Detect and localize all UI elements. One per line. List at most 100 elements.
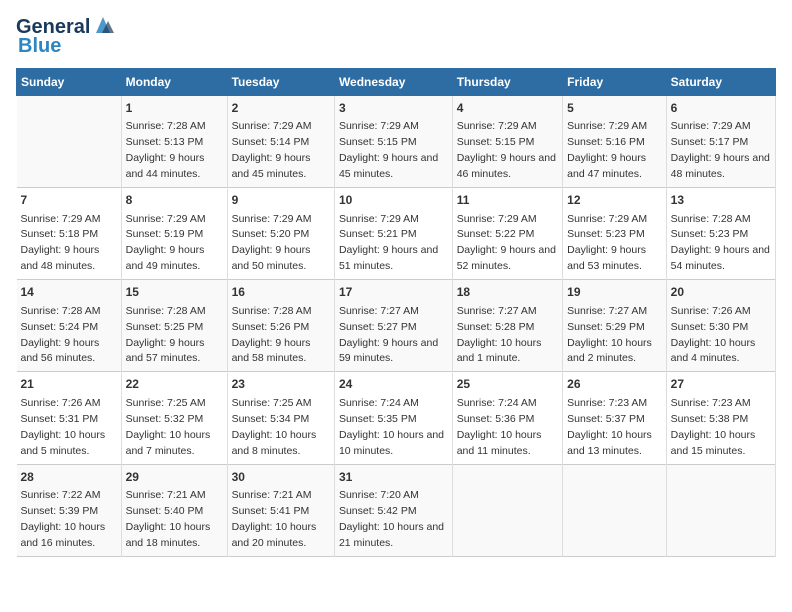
cell-week2-day5: 11 Sunrise: 7:29 AM Sunset: 5:22 PM Dayligh… — [452, 188, 562, 280]
daylight: Daylight: 9 hours and 56 minutes. — [21, 337, 100, 365]
daylight: Daylight: 10 hours and 20 minutes. — [232, 521, 317, 549]
day-number: 11 — [457, 192, 558, 209]
sunset: Sunset: 5:15 PM — [339, 136, 417, 148]
sunset: Sunset: 5:16 PM — [567, 136, 645, 148]
cell-week1-day6: 5Sunrise: 7:29 AMSunset: 5:16 PMDaylight… — [563, 96, 666, 188]
cell-week3-day4: 17 Sunrise: 7:27 AM Sunset: 5:27 PM Dayligh… — [334, 280, 452, 372]
cell-week4-day4: 24Sunrise: 7:24 AMSunset: 5:35 PMDayligh… — [334, 372, 452, 464]
sunrise: Sunrise: 7:29 AM — [232, 213, 312, 225]
daylight: Daylight: 9 hours and 45 minutes. — [232, 152, 311, 180]
sunset: Sunset: 5:25 PM — [126, 321, 204, 333]
day-number: 19 — [567, 284, 661, 301]
cell-week5-day1: 28Sunrise: 7:22 AMSunset: 5:39 PMDayligh… — [17, 464, 122, 556]
sunset: Sunset: 5:17 PM — [671, 136, 749, 148]
sunrise: Sunrise: 7:29 AM — [232, 120, 312, 132]
sunrise: Sunrise: 7:26 AM — [671, 305, 751, 317]
header-row: SundayMondayTuesdayWednesdayThursdayFrid… — [17, 69, 776, 96]
sunrise: Sunrise: 7:29 AM — [567, 213, 647, 225]
daylight: Daylight: 9 hours and 59 minutes. — [339, 337, 438, 365]
cell-week2-day2: 8Sunrise: 7:29 AMSunset: 5:19 PMDaylight… — [121, 188, 227, 280]
sunset: Sunset: 5:35 PM — [339, 413, 417, 425]
day-number: 3 — [339, 100, 448, 117]
cell-week3-day5: 18Sunrise: 7:27 AMSunset: 5:28 PMDayligh… — [452, 280, 562, 372]
day-number: 25 — [457, 376, 558, 393]
sunset: Sunset: 5:41 PM — [232, 505, 310, 517]
sunset: Sunset: 5:39 PM — [21, 505, 99, 517]
daylight: Daylight: 9 hours and 49 minutes. — [126, 244, 205, 272]
cell-week3-day7: 20 Sunrise: 7:26 AM Sunset: 5:30 PM Dayligh… — [666, 280, 775, 372]
day-number: 31 — [339, 469, 448, 486]
week-row-3: 14Sunrise: 7:28 AMSunset: 5:24 PMDayligh… — [17, 280, 776, 372]
cell-week4-day5: 25Sunrise: 7:24 AMSunset: 5:36 PMDayligh… — [452, 372, 562, 464]
cell-week4-day7: 27Sunrise: 7:23 AMSunset: 5:38 PMDayligh… — [666, 372, 775, 464]
sunset: Sunset: 5:27 PM — [339, 321, 417, 333]
sunrise: Sunrise: 7:29 AM — [457, 213, 537, 225]
day-number: 29 — [126, 469, 223, 486]
daylight: Daylight: 10 hours and 5 minutes. — [21, 429, 106, 457]
sunset: Sunset: 5:29 PM — [567, 321, 645, 333]
col-friday: Friday — [563, 69, 666, 96]
cell-week4-day3: 23Sunrise: 7:25 AMSunset: 5:34 PMDayligh… — [227, 372, 334, 464]
sunrise: Sunrise: 7:27 AM — [457, 305, 537, 317]
day-number: 20 — [671, 284, 771, 301]
daylight: Daylight: 10 hours and 13 minutes. — [567, 429, 652, 457]
sunrise: Sunrise: 7:21 AM — [232, 489, 312, 501]
day-number: 6 — [671, 100, 771, 117]
sunrise: Sunrise: 7:25 AM — [232, 397, 312, 409]
day-number: 13 — [671, 192, 771, 209]
day-number: 17 — [339, 284, 448, 301]
cell-week2-day3: 9Sunrise: 7:29 AMSunset: 5:20 PMDaylight… — [227, 188, 334, 280]
cell-week1-day1 — [17, 96, 122, 188]
daylight: Daylight: 9 hours and 54 minutes. — [671, 244, 770, 272]
cell-week1-day3: 2Sunrise: 7:29 AMSunset: 5:14 PMDaylight… — [227, 96, 334, 188]
cell-week5-day5 — [452, 464, 562, 556]
cell-week4-day6: 26Sunrise: 7:23 AMSunset: 5:37 PMDayligh… — [563, 372, 666, 464]
cell-week3-day3: 16Sunrise: 7:28 AMSunset: 5:26 PMDayligh… — [227, 280, 334, 372]
daylight: Daylight: 10 hours and 1 minute. — [457, 337, 542, 365]
col-thursday: Thursday — [452, 69, 562, 96]
sunrise: Sunrise: 7:28 AM — [126, 305, 206, 317]
sunset: Sunset: 5:21 PM — [339, 228, 417, 240]
sunset: Sunset: 5:22 PM — [457, 228, 535, 240]
sunset: Sunset: 5:18 PM — [21, 228, 99, 240]
day-number: 10 — [339, 192, 448, 209]
cell-week3-day6: 19Sunrise: 7:27 AMSunset: 5:29 PMDayligh… — [563, 280, 666, 372]
daylight: Daylight: 10 hours and 16 minutes. — [21, 521, 106, 549]
sunrise: Sunrise: 7:25 AM — [126, 397, 206, 409]
day-number: 22 — [126, 376, 223, 393]
logo: General Blue — [16, 16, 114, 58]
sunset: Sunset: 5:23 PM — [567, 228, 645, 240]
day-number: 21 — [21, 376, 117, 393]
daylight: Daylight: 9 hours and 45 minutes. — [339, 152, 438, 180]
sunrise: Sunrise: 7:27 AM — [339, 305, 419, 317]
daylight: Daylight: 9 hours and 46 minutes. — [457, 152, 556, 180]
logo-icon — [92, 15, 114, 37]
sunset: Sunset: 5:31 PM — [21, 413, 99, 425]
col-saturday: Saturday — [666, 69, 775, 96]
cell-week2-day1: 7Sunrise: 7:29 AMSunset: 5:18 PMDaylight… — [17, 188, 122, 280]
sunrise: Sunrise: 7:28 AM — [21, 305, 101, 317]
daylight: Daylight: 10 hours and 2 minutes. — [567, 337, 652, 365]
daylight: Daylight: 9 hours and 51 minutes. — [339, 244, 438, 272]
cell-week2-day7: 13Sunrise: 7:28 AMSunset: 5:23 PMDayligh… — [666, 188, 775, 280]
sunset: Sunset: 5:37 PM — [567, 413, 645, 425]
daylight: Daylight: 10 hours and 4 minutes. — [671, 337, 756, 365]
cell-week2-day4: 10 Sunrise: 7:29 AM Sunset: 5:21 PM Dayligh… — [334, 188, 452, 280]
cell-week5-day2: 29Sunrise: 7:21 AMSunset: 5:40 PMDayligh… — [121, 464, 227, 556]
sunrise: Sunrise: 7:28 AM — [126, 120, 206, 132]
col-monday: Monday — [121, 69, 227, 96]
day-number: 4 — [457, 100, 558, 117]
sunset: Sunset: 5:30 PM — [671, 321, 749, 333]
sunrise: Sunrise: 7:29 AM — [339, 120, 419, 132]
sunset: Sunset: 5:24 PM — [21, 321, 99, 333]
daylight: Daylight: 9 hours and 53 minutes. — [567, 244, 646, 272]
day-number: 8 — [126, 192, 223, 209]
sunrise: Sunrise: 7:29 AM — [339, 213, 419, 225]
sunset: Sunset: 5:13 PM — [126, 136, 204, 148]
day-number: 18 — [457, 284, 558, 301]
cell-week4-day2: 22Sunrise: 7:25 AMSunset: 5:32 PMDayligh… — [121, 372, 227, 464]
daylight: Daylight: 9 hours and 52 minutes. — [457, 244, 556, 272]
sunrise: Sunrise: 7:29 AM — [21, 213, 101, 225]
cell-week1-day2: 1Sunrise: 7:28 AMSunset: 5:13 PMDaylight… — [121, 96, 227, 188]
cell-week5-day6 — [563, 464, 666, 556]
